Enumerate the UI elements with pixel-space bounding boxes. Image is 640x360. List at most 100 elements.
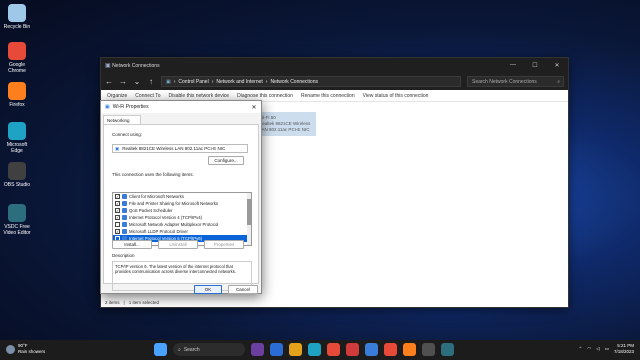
network-component-icon: [122, 201, 127, 206]
maximize-button[interactable]: ☐: [524, 62, 546, 69]
dialog-body: Connect using: ▣ Realtek 8821CE Wireless…: [103, 124, 259, 291]
properties-button[interactable]: Properties: [204, 240, 244, 249]
app-icon[interactable]: [270, 343, 283, 356]
network-component-icon: [122, 208, 127, 213]
system-tray: ⌃ ◠ ◁ ▭ 5:21 PM 7/18/2023: [579, 343, 634, 355]
cmd-diagnose[interactable]: Diagnose this connection: [237, 93, 293, 99]
desktop-icon[interactable]: OBS Studio: [2, 162, 32, 188]
adapter-field: ▣ Realtek 8821CE Wireless LAN 802.11ac P…: [112, 144, 248, 153]
network-component-icon: [122, 215, 127, 220]
wifi-connection-item[interactable]: Wi-Fi 50 Realtek 8821CE Wireless LAN 802…: [256, 112, 316, 136]
chrome-icon[interactable]: [384, 343, 397, 356]
app-icon[interactable]: [327, 343, 340, 356]
desktop-icon-label: Recycle Bin: [3, 24, 31, 30]
taskbar-apps: ⌕ Search: [154, 343, 454, 356]
configure-button[interactable]: Configure...: [208, 156, 244, 165]
breadcrumb-network-connections[interactable]: Network Connections: [270, 79, 318, 85]
firefox-icon[interactable]: [403, 343, 416, 356]
cmd-view-status[interactable]: View status of this connection: [363, 93, 429, 99]
search-icon: ⌕: [178, 346, 181, 353]
component-checkbox[interactable]: ✓: [115, 215, 120, 220]
minimize-button[interactable]: —: [502, 62, 524, 69]
search-placeholder: Search Network Connections: [472, 78, 537, 85]
install-button[interactable]: Install...: [112, 240, 152, 249]
components-list: ✓ Client for Microsoft Networks ✓ File and …: [112, 192, 252, 246]
network-adapter-icon: ▣: [105, 104, 110, 110]
uninstall-button[interactable]: Uninstall: [158, 240, 198, 249]
app-icon[interactable]: [346, 343, 359, 356]
dialog-close-button[interactable]: ✕: [247, 104, 261, 111]
app-icon[interactable]: [251, 343, 264, 356]
desktop-icon-label: Google Chrome: [8, 62, 26, 74]
network-component-icon: [122, 229, 127, 234]
wifi-icon[interactable]: ◠: [587, 346, 591, 352]
weather-widget[interactable]: 90°F Rain showers: [6, 343, 45, 355]
app-icon[interactable]: [365, 343, 378, 356]
network-component-icon: [122, 194, 127, 199]
component-checkbox[interactable]: ✓: [115, 229, 120, 234]
component-label: Client for Microsoft Networks: [129, 194, 184, 199]
chevron-down-icon[interactable]: ⌄: [133, 77, 141, 86]
items-label: This connection uses the following items…: [112, 172, 194, 177]
desktop-icon-label: OBS Studio: [3, 182, 31, 188]
component-label: File and Printer Sharing for Microsoft N…: [129, 201, 219, 206]
breadcrumb-control-panel[interactable]: Control Panel: [178, 79, 208, 85]
component-checkbox[interactable]: ✓: [115, 208, 120, 213]
chevron-right-icon: ›: [211, 78, 214, 85]
file-explorer-icon[interactable]: [289, 343, 302, 356]
back-arrow-icon[interactable]: ←: [105, 77, 113, 86]
forward-arrow-icon[interactable]: →: [119, 77, 127, 86]
status-divider: |: [123, 299, 125, 305]
clock[interactable]: 5:21 PM 7/18/2023: [614, 343, 634, 355]
app-icon: [8, 42, 26, 60]
start-icon[interactable]: [154, 343, 167, 356]
address-path[interactable]: ▣ › Control Panel › Network and Internet…: [161, 76, 461, 87]
address-bar-row: ← → ⌄ ↑ ▣ › Control Panel › Network and …: [101, 73, 568, 90]
ok-button[interactable]: OK: [194, 285, 222, 294]
cmd-disable[interactable]: Disable this network device: [169, 93, 230, 99]
clock-date: 7/18/2023: [613, 349, 634, 354]
component-list-item[interactable]: ✓ Microsoft LLDP Protocol Driver: [113, 228, 251, 235]
component-list-item[interactable]: ✓ Client for Microsoft Networks: [113, 193, 251, 200]
chevron-up-icon[interactable]: ⌃: [579, 346, 583, 352]
desktop-icon[interactable]: Microsoft Edge: [2, 122, 32, 154]
app-icon: [8, 82, 26, 100]
search-input[interactable]: Search Network Connections ⌕: [467, 76, 564, 87]
connect-using-label: Connect using:: [112, 132, 143, 137]
list-scrollbar[interactable]: [247, 193, 251, 245]
close-button[interactable]: ✕: [546, 62, 568, 69]
component-list-item[interactable]: ✓ File and Printer Sharing for Microsoft …: [113, 200, 251, 207]
item-adapter: Realtek 8821CE Wireless LAN 802.11ac PCI…: [259, 121, 311, 132]
taskbar-search[interactable]: ⌕ Search: [173, 343, 245, 356]
battery-icon[interactable]: ▭: [605, 346, 609, 352]
component-list-item[interactable]: ✓ Internet Protocol Version 4 (TCP/IPv4): [113, 214, 251, 221]
up-arrow-icon[interactable]: ↑: [147, 77, 155, 86]
wifi-properties-dialog: ▣ Wi-Fi Properties ✕ Networking Connect …: [100, 100, 262, 294]
adapter-icon: ▣: [115, 145, 120, 151]
cmd-connect-to[interactable]: Connect To: [135, 93, 160, 99]
app-icon[interactable]: [422, 343, 435, 356]
taskbar-search-label: Search: [183, 346, 200, 353]
edge-icon[interactable]: [308, 343, 321, 356]
component-checkbox[interactable]: [115, 222, 120, 227]
scrollbar-thumb[interactable]: [247, 199, 251, 225]
desktop-icon[interactable]: Firefox: [2, 82, 32, 108]
desktop-icon[interactable]: VSDC Free Video Editor: [2, 204, 32, 236]
chevron-right-icon: ›: [173, 78, 176, 85]
desktop-icon-label: Microsoft Edge: [6, 142, 28, 154]
cmd-rename[interactable]: Rename this connection: [301, 93, 355, 99]
desktop-icon[interactable]: Recycle Bin: [2, 4, 32, 30]
cmd-organize[interactable]: Organize: [107, 93, 127, 99]
app-icon[interactable]: [441, 343, 454, 356]
component-list-item[interactable]: ✓ QoS Packet Scheduler: [113, 207, 251, 214]
cancel-button[interactable]: Cancel: [228, 285, 258, 294]
component-list-item[interactable]: Microsoft Network Adapter Multiplexor Pr…: [113, 221, 251, 228]
component-label: Microsoft LLDP Protocol Driver: [129, 229, 188, 234]
desktop-icon[interactable]: Google Chrome: [2, 42, 32, 74]
component-checkbox[interactable]: ✓: [115, 201, 120, 206]
status-selected: 1 item selected: [128, 299, 159, 305]
adapter-name: Realtek 8821CE Wireless LAN 802.11ac PCI…: [122, 146, 226, 151]
breadcrumb-network-internet[interactable]: Network and Internet: [216, 79, 262, 85]
volume-icon[interactable]: ◁: [596, 346, 599, 352]
component-checkbox[interactable]: ✓: [115, 194, 120, 199]
